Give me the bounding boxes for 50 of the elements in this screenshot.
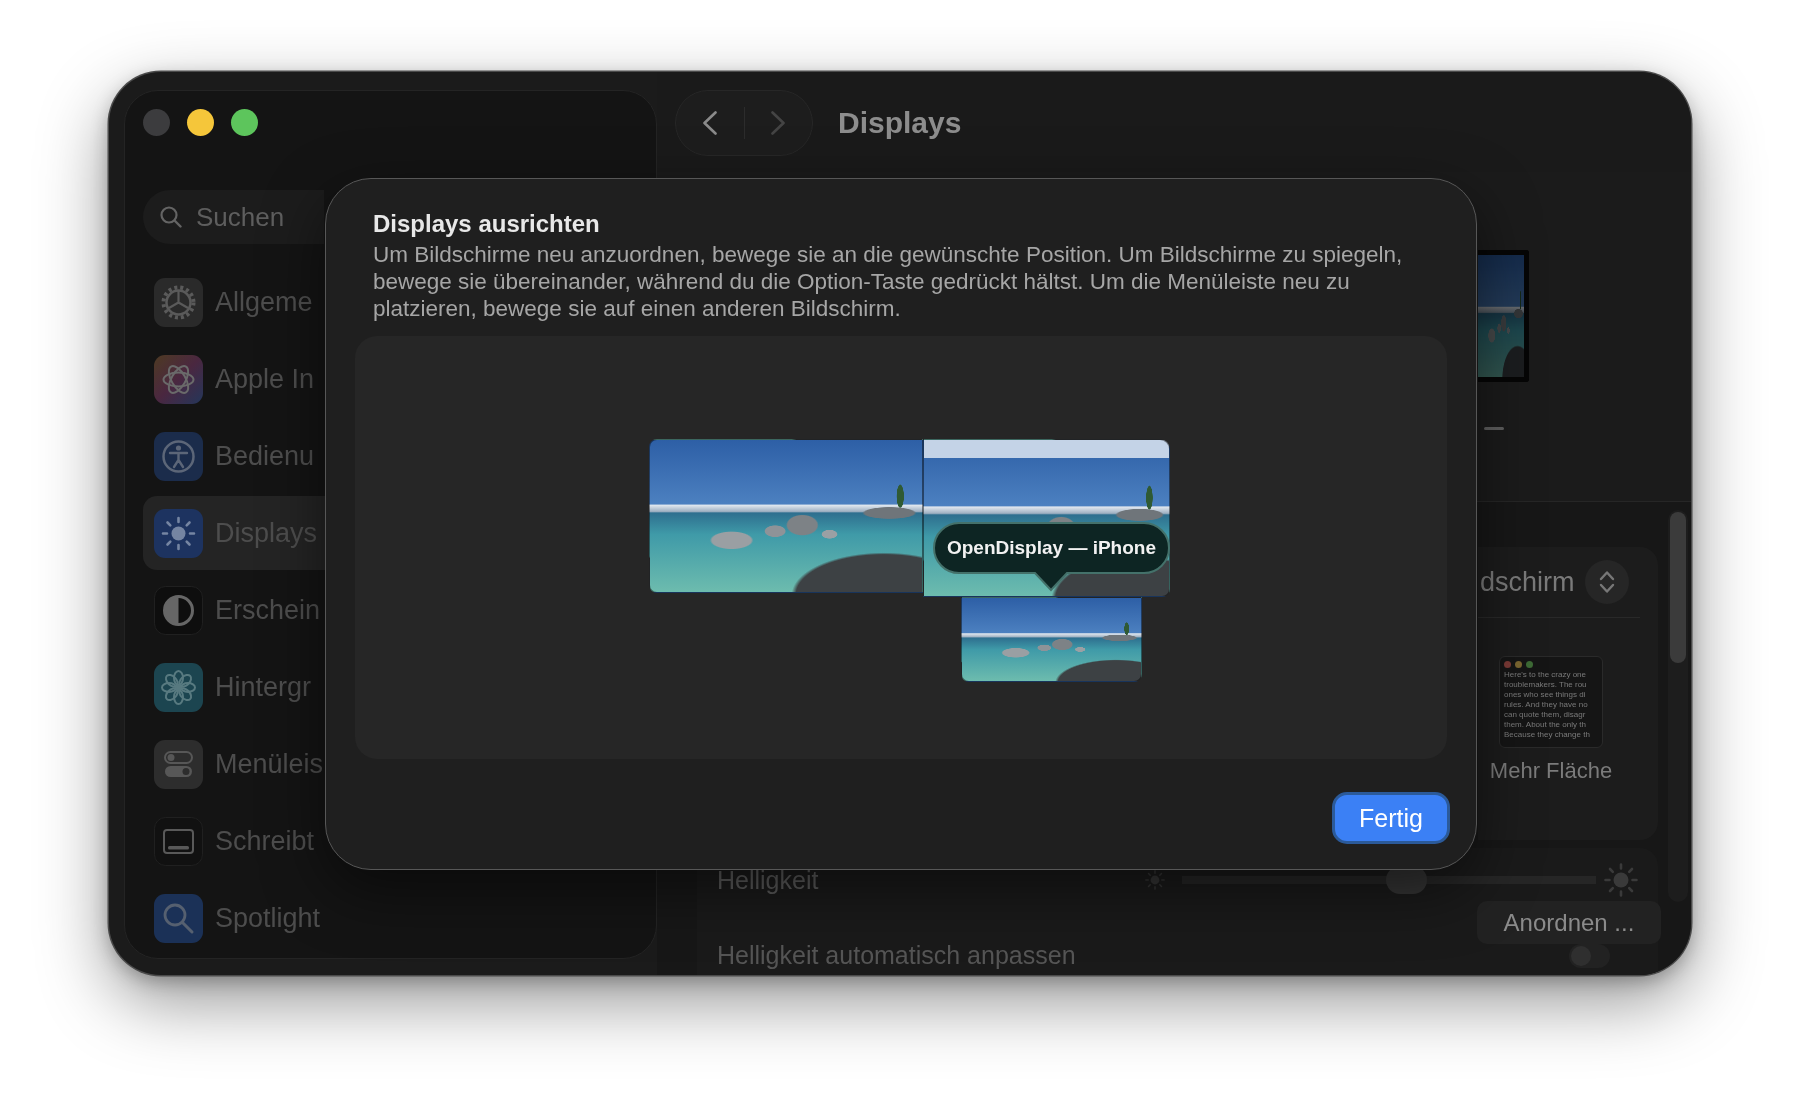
screen-icon	[154, 816, 203, 866]
sidebar-item[interactable]: Erschein	[143, 573, 327, 647]
search-field[interactable]: Suchen	[143, 190, 324, 244]
window-preview[interactable]: Here's to the crazy one troublemakers. The rou ones who see things di rules. And they have no can quote them, disagr them. About the only th Because they change th	[1499, 656, 1603, 748]
sidebar-item-label: Spotlight	[215, 902, 321, 934]
dash-mark	[1484, 427, 1504, 430]
sun-icon	[154, 508, 203, 558]
sidebar-item[interactable]: Allgeme	[143, 265, 325, 339]
display-thumbnail[interactable]	[649, 439, 923, 593]
sidebar-item-label: Schreibt	[215, 825, 315, 857]
sidebar-item[interactable]: Hintergr	[143, 650, 325, 724]
sun-icon	[1604, 863, 1638, 897]
scrollbar[interactable]	[1668, 510, 1688, 902]
loop-flower-icon	[154, 354, 203, 404]
flower-icon	[154, 662, 203, 712]
preview-text: Here's to the crazy one troublemakers. The rou ones who see things di rules. And they have no can quote them, disagr them. About the only th Because they change th	[1504, 670, 1591, 740]
sun-icon	[1145, 870, 1165, 890]
window-dot-icon	[1526, 661, 1533, 668]
sidebar-item[interactable]: Menüleis	[143, 727, 330, 801]
display-thumbnail[interactable]	[961, 597, 1142, 682]
sidebar-item[interactable]: Spotlight	[143, 881, 327, 955]
page-title: Displays	[838, 105, 962, 141]
sidebar-item-label: Menüleis	[215, 748, 324, 780]
sheet-title: Displays ausrichten	[372, 209, 601, 239]
sidebar-item-label: Allgeme	[215, 286, 313, 318]
option-label: Mehr Fläche	[1489, 757, 1613, 785]
up-down-chevron-icon	[1599, 570, 1615, 594]
window-dot-icon	[1515, 661, 1522, 668]
sidebar-item-label: Erschein	[215, 594, 321, 626]
toggle-switches-icon	[154, 739, 203, 789]
window-dot-icon	[1504, 661, 1511, 668]
chevron-left-icon	[702, 111, 717, 135]
minimize-button[interactable]	[187, 109, 214, 136]
scrollbar-thumb[interactable]	[1670, 512, 1686, 663]
sidebar-item[interactable]: Bedienu	[143, 419, 325, 493]
search-icon	[160, 206, 182, 228]
sheet-description: Um Bildschirme neu anzuordnen, bewege sie an die gewünschte Position. Um Bildschirme zu spiegeln, bewege sie übereinander, während du die Option-Taste gedrückt hältst. Um die Menüleiste neu zu platzieren, bewege sie auf einen anderen Bildschirm.	[373, 241, 1404, 322]
done-button[interactable]: Fertig	[1332, 792, 1450, 844]
arrange-button[interactable]: Anordnen ...	[1477, 901, 1661, 944]
stepper-button[interactable]	[1585, 560, 1629, 604]
sidebar-item-label: Hintergr	[215, 671, 312, 703]
zoom-button[interactable]	[231, 109, 258, 136]
sidebar-item-label: Bedienu	[215, 440, 315, 472]
search-icon	[154, 893, 203, 943]
resolution-label: dschirm	[1479, 566, 1575, 598]
auto-brightness-label: Helligkeit automatisch anpassen	[717, 941, 1076, 970]
chevron-right-icon	[771, 111, 786, 135]
tooltip: OpenDisplay — iPhone	[933, 522, 1170, 592]
gear-icon	[154, 277, 203, 327]
sidebar-item[interactable]: Schreibt	[143, 804, 325, 878]
